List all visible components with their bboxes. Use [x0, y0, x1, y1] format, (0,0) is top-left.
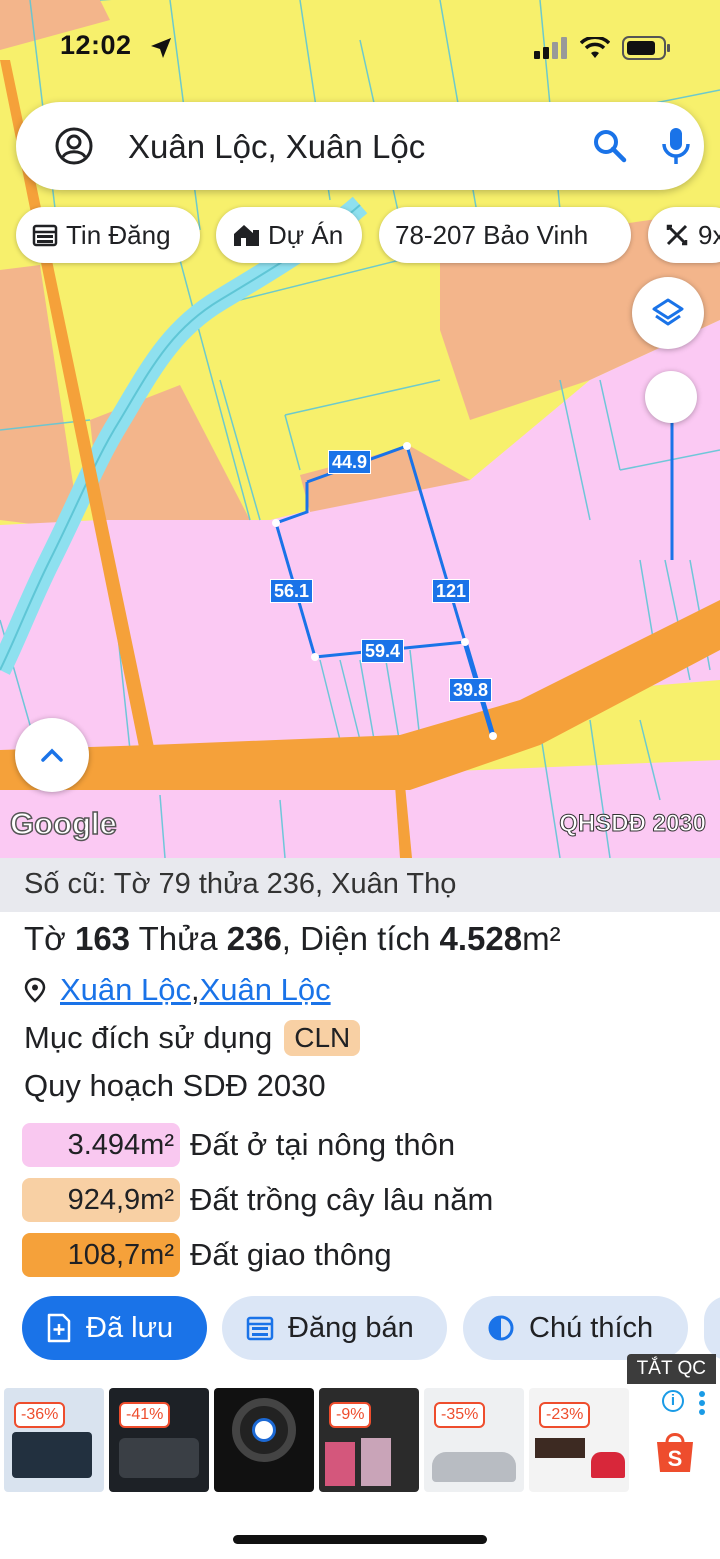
location-link-district[interactable]: Xuân Lộc: [200, 972, 331, 1008]
plot-number: 236: [226, 920, 282, 957]
saved-button[interactable]: Đã lưu: [22, 1296, 207, 1360]
dimension-label-right: 121: [432, 579, 471, 603]
area-unit: m²: [522, 920, 561, 957]
zone-area-value: 3.494m²: [22, 1123, 180, 1167]
discount-badge: -41%: [119, 1402, 171, 1428]
dimension-label-corner: 39.8: [449, 678, 493, 702]
chip-size[interactable]: 9x: [648, 207, 720, 263]
home-indicator[interactable]: [233, 1535, 487, 1544]
ad-item[interactable]: -9%: [319, 1388, 419, 1492]
search-icon[interactable]: [592, 128, 628, 164]
dimension-label-bottom: 59.4: [361, 639, 405, 663]
discount-badge: -9%: [329, 1402, 372, 1428]
account-icon[interactable]: [54, 126, 94, 166]
ad-item[interactable]: -41%: [109, 1388, 209, 1492]
chip-location[interactable]: 78-207 Bảo Vinh: [379, 207, 631, 263]
location-link-commune[interactable]: Xuân Lộc: [60, 972, 191, 1008]
title-area-prefix: , Diện tích: [281, 920, 440, 957]
chip-du-an[interactable]: Dự Án: [216, 207, 362, 263]
discount-badge: -35%: [434, 1402, 486, 1428]
saved-label: Đã lưu: [86, 1311, 174, 1344]
chip-label: 9x: [698, 219, 720, 250]
google-logo: Google: [9, 805, 117, 842]
zone-area-value: 924,9m²: [22, 1178, 180, 1222]
purpose-label: Mục đích sử dụng: [24, 1020, 273, 1055]
calendar-icon: [32, 224, 58, 247]
ad-item[interactable]: -23%: [529, 1388, 629, 1492]
ad-item[interactable]: -35%: [424, 1388, 524, 1492]
chip-label: Dự Án: [268, 219, 344, 250]
signal-icon: [534, 37, 567, 59]
wifi-icon: [580, 37, 610, 58]
ad-item[interactable]: [214, 1388, 314, 1492]
map-layer-label: QHSDĐ 2030: [559, 810, 707, 838]
old-reference-bar: Số cũ: Tờ 79 thửa 236, Xuân Thọ: [0, 858, 720, 912]
post-label: Đăng bán: [288, 1311, 414, 1344]
chip-tin-dang[interactable]: Tin Đăng: [16, 207, 200, 263]
dimension-label-top: 44.9: [328, 450, 372, 474]
zone-label: Đất giao thông: [190, 1237, 392, 1272]
sheet-number: 163: [74, 920, 131, 957]
battery-icon: [622, 36, 670, 60]
status-indicators: [534, 36, 672, 60]
layers-button[interactable]: [632, 277, 704, 349]
ad-strip: -36% -41% -9% -35% -23% i S: [0, 1384, 720, 1496]
chip-label: 78-207 Bảo Vinh: [395, 219, 589, 250]
search-query[interactable]: Xuân Lộc, Xuân Lộc: [128, 128, 425, 166]
ad-info-icon[interactable]: i: [662, 1390, 684, 1412]
dimension-label-left: 56.1: [270, 579, 314, 603]
legend-label: Chú thích: [529, 1311, 654, 1344]
chevron-up-icon: [41, 748, 63, 762]
zone-row: 108,7m² Đất giao thông: [22, 1233, 392, 1277]
location-line: Xuân Lộc, Xuân Lộc: [24, 972, 331, 1008]
title-prefix: Tờ: [24, 920, 75, 957]
zone-label: Đất ở tại nông thôn: [190, 1127, 456, 1162]
zoom-slider-handle[interactable]: [645, 371, 697, 423]
plan-label: Quy hoạch SDĐ 2030: [24, 1068, 326, 1103]
post-for-sale-button[interactable]: Đăng bán: [222, 1296, 447, 1360]
zone-label: Đất trồng cây lâu năm: [190, 1182, 494, 1217]
search-bar[interactable]: Xuân Lộc, Xuân Lộc: [16, 102, 704, 190]
expand-up-button[interactable]: [15, 718, 89, 792]
ruler-icon: [666, 224, 688, 246]
status-time: 12:02: [60, 30, 132, 60]
location-separator: ,: [191, 972, 200, 1007]
more-action-button[interactable]: [704, 1296, 720, 1360]
purpose-code-badge: CLN: [284, 1020, 361, 1056]
mic-icon[interactable]: [660, 126, 692, 166]
parcel-title: Tờ 163 Thửa 236, Diện tích 4.528m²: [24, 920, 561, 958]
discount-badge: -23%: [539, 1402, 591, 1428]
zone-row: 924,9m² Đất trồng cây lâu năm: [22, 1178, 493, 1222]
contrast-icon: [488, 1315, 514, 1341]
more-vert-icon[interactable]: [696, 1390, 708, 1416]
layers-icon: [652, 298, 684, 326]
shopee-icon[interactable]: S: [654, 1428, 696, 1474]
calendar-icon: [246, 1316, 274, 1341]
ad-item[interactable]: -36%: [4, 1388, 104, 1492]
area-value: 4.528: [439, 920, 523, 957]
purpose-line: Mục đích sử dụng CLN: [24, 1020, 361, 1056]
discount-badge: -36%: [14, 1402, 66, 1428]
title-mid: Thửa: [130, 920, 227, 957]
location-arrow-icon: [151, 38, 171, 58]
chip-label: Tin Đăng: [66, 219, 171, 250]
legend-button[interactable]: Chú thích: [463, 1296, 688, 1360]
zone-row: 3.494m² Đất ở tại nông thôn: [22, 1123, 455, 1167]
svg-text:S: S: [668, 1446, 683, 1471]
close-ads-button[interactable]: TẮT QC: [626, 1354, 716, 1384]
zone-area-value: 108,7m²: [22, 1233, 180, 1277]
location-pin-icon: [24, 977, 46, 1003]
map-view[interactable]: 12:02 Xuân Lộc, Xuân Lộc Tin Đăng Dự Án …: [0, 0, 720, 858]
building-icon: [234, 225, 259, 246]
bookmark-add-icon: [47, 1313, 71, 1343]
